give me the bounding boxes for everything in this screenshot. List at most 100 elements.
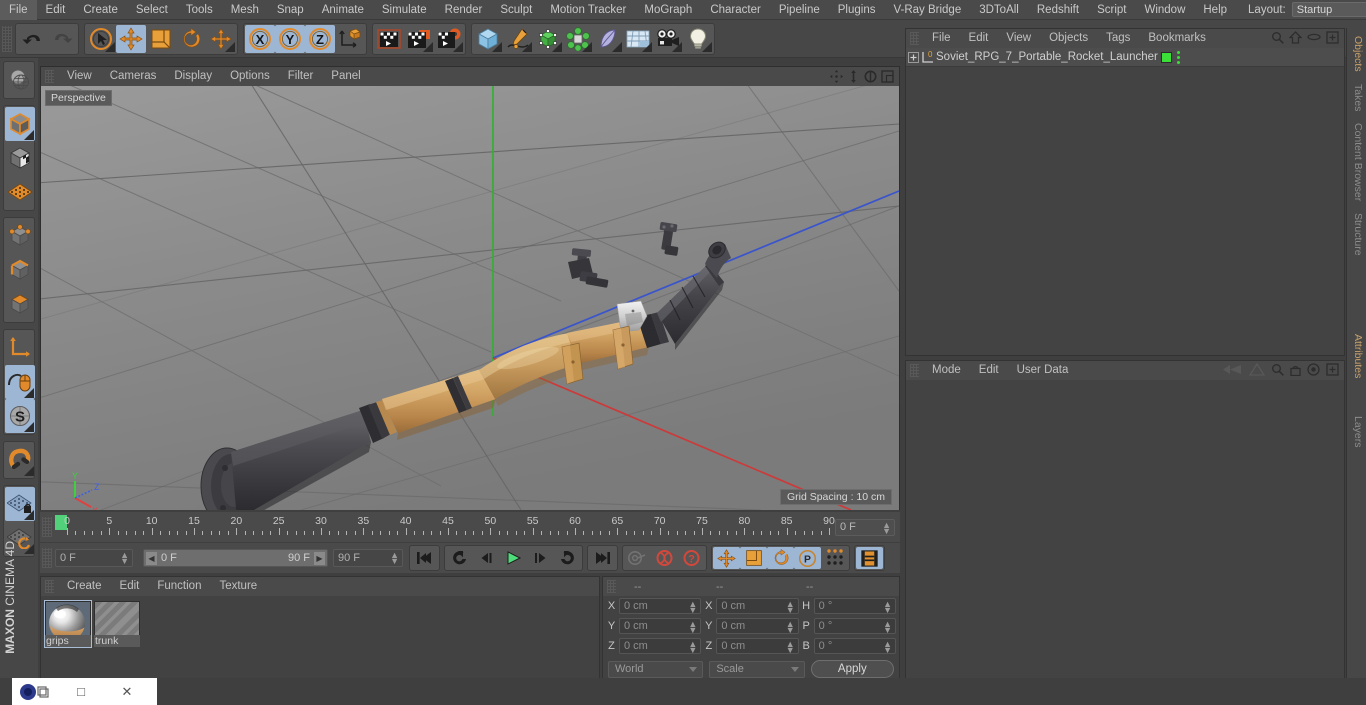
world-coordinate-button[interactable]: [335, 25, 365, 53]
edges-mode-button[interactable]: [5, 253, 35, 287]
undo-button[interactable]: [17, 25, 47, 53]
render-settings-button[interactable]: [434, 25, 464, 53]
menu-window[interactable]: Window: [1135, 0, 1194, 20]
object-menu-tags[interactable]: Tags: [1097, 29, 1139, 48]
point-level-animation-button[interactable]: [821, 547, 848, 569]
spinner-icon[interactable]: ▲ ▼: [688, 600, 697, 615]
app-icon[interactable]: [12, 678, 58, 705]
size-y-field[interactable]: 0 cm ▲ ▼: [716, 618, 799, 635]
render-view-button[interactable]: [374, 25, 404, 53]
close-button[interactable]: ✕: [104, 678, 150, 705]
target-icon[interactable]: [1307, 362, 1320, 379]
add-environment-button[interactable]: [623, 25, 653, 53]
object-axis-button[interactable]: [5, 331, 35, 365]
menu-redshift[interactable]: Redshift: [1028, 0, 1088, 20]
attributes-manager-grip[interactable]: [910, 364, 919, 377]
scale-tool-button[interactable]: [146, 25, 176, 53]
add-array-button[interactable]: [563, 25, 593, 53]
position-y-field[interactable]: 0 cm ▲ ▼: [619, 618, 702, 635]
polygons-mode-button[interactable]: [5, 287, 35, 321]
points-mode-button[interactable]: [5, 219, 35, 253]
menu-file[interactable]: File: [0, 0, 37, 20]
spinner-icon[interactable]: ▲ ▼: [786, 620, 795, 635]
add-camera-button[interactable]: [653, 25, 683, 53]
size-z-field[interactable]: 0 cm ▲ ▼: [716, 638, 799, 655]
object-menu-bookmarks[interactable]: Bookmarks: [1139, 29, 1215, 48]
menu-tools[interactable]: Tools: [177, 0, 222, 20]
object-name[interactable]: Soviet_RPG_7_Portable_Rocket_Launcher: [936, 51, 1158, 63]
end-frame-field[interactable]: 90 F ▲ ▼: [333, 549, 403, 567]
rotate-icon[interactable]: [863, 69, 878, 84]
menu-help[interactable]: Help: [1194, 0, 1236, 20]
range-right-arrow-icon[interactable]: ▶: [314, 551, 325, 565]
rotation-key-button[interactable]: [767, 547, 794, 569]
menu-snap[interactable]: Snap: [268, 0, 313, 20]
position-key-button[interactable]: [713, 547, 740, 569]
model-mode-button[interactable]: [5, 141, 35, 175]
viewport-menu-display[interactable]: Display: [165, 67, 221, 86]
material-tag-icon[interactable]: [1161, 51, 1172, 63]
workplane-lock-button[interactable]: [5, 487, 35, 521]
menu-3dtoall[interactable]: 3DToAll: [970, 0, 1028, 20]
spinner-icon[interactable]: ▲ ▼: [883, 640, 892, 655]
spinner-icon[interactable]: ▲ ▼: [688, 640, 697, 655]
attributes-menu-edit[interactable]: Edit: [970, 361, 1008, 380]
history-forward-icon[interactable]: [1248, 362, 1266, 379]
object-tree[interactable]: 0 Soviet_RPG_7_Portable_Rocket_Launcher: [906, 48, 1344, 355]
frame-range-slider[interactable]: ◀ 0 F 90 F ▶: [143, 549, 328, 567]
menu-edit[interactable]: Edit: [37, 0, 75, 20]
step-back-button[interactable]: [473, 547, 500, 569]
search-icon[interactable]: [1271, 363, 1284, 379]
menu-motion-tracker[interactable]: Motion Tracker: [541, 0, 635, 20]
scale-key-button[interactable]: [740, 547, 767, 569]
apply-button[interactable]: Apply: [810, 660, 894, 678]
position-x-field[interactable]: 0 cm ▲ ▼: [619, 598, 702, 615]
material-menu-texture[interactable]: Texture: [210, 577, 266, 596]
play-button[interactable]: [500, 547, 527, 569]
viewport-canvas[interactable]: Y X Z Perspective Grid Spacing : 10 cm: [41, 86, 899, 510]
keyframe-selection-button[interactable]: ?: [678, 547, 705, 569]
menu-script[interactable]: Script: [1088, 0, 1135, 20]
spinner-icon[interactable]: ▲ ▼: [786, 640, 795, 655]
current-frame-field[interactable]: 0 F ▲ ▼: [835, 518, 895, 536]
record-active-objects-button[interactable]: [624, 547, 651, 569]
spinner-icon[interactable]: ▲ ▼: [882, 520, 891, 535]
eye-icon[interactable]: [1307, 32, 1321, 45]
fullscreen-icon[interactable]: [1326, 362, 1339, 379]
transform-mode-dropdown[interactable]: Scale: [709, 660, 805, 678]
material-item-trunk[interactable]: trunk: [94, 601, 140, 647]
coordinate-system-dropdown[interactable]: World: [608, 660, 704, 678]
viewport-menu-cameras[interactable]: Cameras: [101, 67, 166, 86]
spinner-icon[interactable]: ▲ ▼: [120, 551, 129, 566]
object-menu-file[interactable]: File: [923, 29, 960, 48]
move-tool-button[interactable]: [116, 24, 146, 53]
render-region-button[interactable]: [404, 25, 434, 53]
menu-render[interactable]: Render: [436, 0, 492, 20]
menu-sculpt[interactable]: Sculpt: [491, 0, 541, 20]
viewport-grip[interactable]: [45, 70, 54, 83]
object-menu-edit[interactable]: Edit: [960, 29, 998, 48]
timeline-toggle-button[interactable]: [856, 547, 883, 569]
attributes-menu-mode[interactable]: Mode: [923, 361, 970, 380]
minimize-button[interactable]: □: [58, 678, 104, 705]
lock-icon[interactable]: [1290, 363, 1301, 379]
texture-mode-button[interactable]: [5, 175, 35, 209]
dolly-icon[interactable]: [846, 69, 861, 84]
add-deformer-button[interactable]: [593, 25, 623, 53]
material-item-grips[interactable]: grips: [44, 600, 92, 648]
spinner-icon[interactable]: ▲ ▼: [883, 600, 892, 615]
make-editable-button[interactable]: [5, 107, 35, 141]
redo-button[interactable]: [47, 25, 77, 53]
snap-button[interactable]: S: [5, 399, 35, 433]
object-row[interactable]: 0 Soviet_RPG_7_Portable_Rocket_Launcher: [906, 48, 1344, 67]
fullscreen-icon[interactable]: [1326, 30, 1339, 47]
globe-view-button[interactable]: [5, 63, 35, 97]
menu-create[interactable]: Create: [74, 0, 127, 20]
object-menu-view[interactable]: View: [997, 29, 1040, 48]
menu-vray-bridge[interactable]: V-Ray Bridge: [884, 0, 970, 20]
rotate-tool-button[interactable]: [176, 25, 206, 53]
expand-toggle-icon[interactable]: [906, 51, 920, 63]
viewport-menu-options[interactable]: Options: [221, 67, 279, 86]
next-keyframe-button[interactable]: [554, 547, 581, 569]
menu-simulate[interactable]: Simulate: [373, 0, 436, 20]
